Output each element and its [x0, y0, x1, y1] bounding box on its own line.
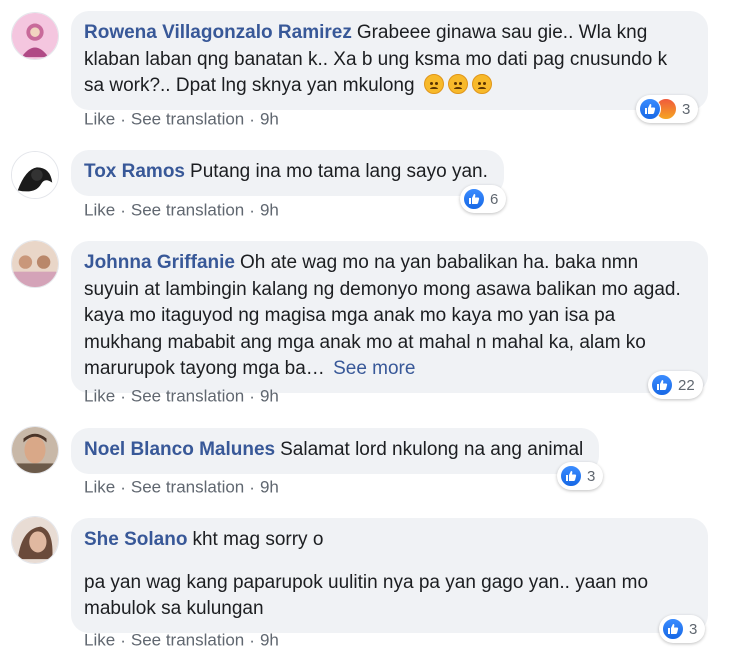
avatar[interactable]: [11, 426, 59, 474]
comment-author[interactable]: Johnna Griffanie: [84, 252, 235, 273]
reaction-count: 3: [682, 100, 691, 118]
separator-dot: ·: [120, 109, 126, 129]
like-link[interactable]: Like: [84, 110, 115, 129]
angry-face-icon: [423, 74, 444, 94]
like-link[interactable]: Like: [84, 631, 115, 650]
comment-text-continued: pa yan wag kang paparupok uulitin nya pa…: [84, 571, 649, 620]
angry-face-icon: [471, 74, 492, 94]
like-link[interactable]: Like: [84, 201, 115, 220]
like-reaction-icon: [639, 98, 661, 120]
avatar-image: [12, 517, 58, 563]
see-more-link[interactable]: See more: [333, 358, 415, 379]
comment-author[interactable]: Noel Blanco Malunes: [84, 439, 275, 460]
comment-author[interactable]: She Solano: [84, 529, 187, 550]
separator-dot: ·: [249, 386, 255, 406]
reaction-summary[interactable]: 3: [636, 95, 699, 123]
comment-timestamp[interactable]: 9h: [260, 478, 279, 497]
reaction-count: 6: [490, 190, 499, 208]
see-translation-link[interactable]: See translation: [131, 478, 244, 497]
avatar-image: [12, 13, 58, 59]
reaction-summary[interactable]: 22: [648, 371, 703, 399]
comment-text: kht mag sorry o: [192, 529, 324, 550]
comment-text: Salamat lord nkulong na ang animal: [280, 439, 584, 460]
comment-timestamp[interactable]: 9h: [260, 631, 279, 650]
like-reaction-icon: [463, 188, 485, 210]
comment-actions: Like · See translation · 9h: [84, 386, 279, 407]
see-translation-link[interactable]: See translation: [131, 110, 244, 129]
comment-actions: Like · See translation · 9h: [84, 109, 279, 130]
comment-actions: Like · See translation · 9h: [84, 200, 279, 221]
reaction-count: 22: [678, 376, 695, 394]
angry-face-icon: [447, 74, 468, 94]
avatar-image: [12, 427, 58, 473]
comment-bubble: Tox Ramos Putang ina mo tama lang sayo ya…: [71, 150, 504, 196]
like-link[interactable]: Like: [84, 387, 115, 406]
like-link[interactable]: Like: [84, 478, 115, 497]
comment-timestamp[interactable]: 9h: [260, 110, 279, 129]
separator-dot: ·: [249, 200, 255, 220]
see-translation-link[interactable]: See translation: [131, 201, 244, 220]
comment-bubble: Noel Blanco Malunes Salamat lord nkulong …: [71, 428, 600, 474]
see-translation-link[interactable]: See translation: [131, 631, 244, 650]
comment-bubble: She Solano kht mag sorry o pa yan wag kan…: [71, 518, 708, 633]
comment-bubble: Rowena Villagonzalo Ramirez Grabeee ginaw…: [71, 11, 708, 110]
separator-dot: ·: [120, 630, 126, 650]
separator-dot: ·: [249, 630, 255, 650]
reaction-count: 3: [689, 620, 698, 638]
avatar[interactable]: [11, 12, 59, 60]
reaction-count: 3: [587, 467, 596, 485]
comment-timestamp[interactable]: 9h: [260, 387, 279, 406]
comment-author[interactable]: Tox Ramos: [84, 161, 185, 182]
avatar-image: [12, 241, 58, 287]
comment-timestamp[interactable]: 9h: [260, 201, 279, 220]
separator-dot: ·: [120, 200, 126, 220]
like-reaction-icon: [651, 374, 673, 396]
separator-dot: ·: [249, 109, 255, 129]
avatar[interactable]: [11, 151, 59, 199]
comment-bubble: Johnna Griffanie Oh ate wag mo na yan bab…: [71, 241, 708, 393]
comment-author[interactable]: Rowena Villagonzalo Ramirez: [84, 22, 352, 43]
comment-actions: Like · See translation · 9h: [84, 630, 279, 651]
avatar[interactable]: [11, 516, 59, 564]
separator-dot: ·: [120, 386, 126, 406]
reaction-summary[interactable]: 3: [557, 462, 604, 490]
comments-thread: Rowena Villagonzalo Ramirez Grabeee ginaw…: [0, 0, 750, 658]
avatar[interactable]: [11, 240, 59, 288]
separator-dot: ·: [249, 477, 255, 497]
comment-text: Putang ina mo tama lang sayo yan.: [190, 161, 488, 182]
see-translation-link[interactable]: See translation: [131, 387, 244, 406]
reaction-summary[interactable]: 3: [659, 615, 706, 643]
like-reaction-icon: [662, 618, 684, 640]
reaction-summary[interactable]: 6: [460, 185, 507, 213]
separator-dot: ·: [120, 477, 126, 497]
avatar-image: [12, 152, 58, 198]
comment-actions: Like · See translation · 9h: [84, 477, 279, 498]
like-reaction-icon: [560, 465, 582, 487]
